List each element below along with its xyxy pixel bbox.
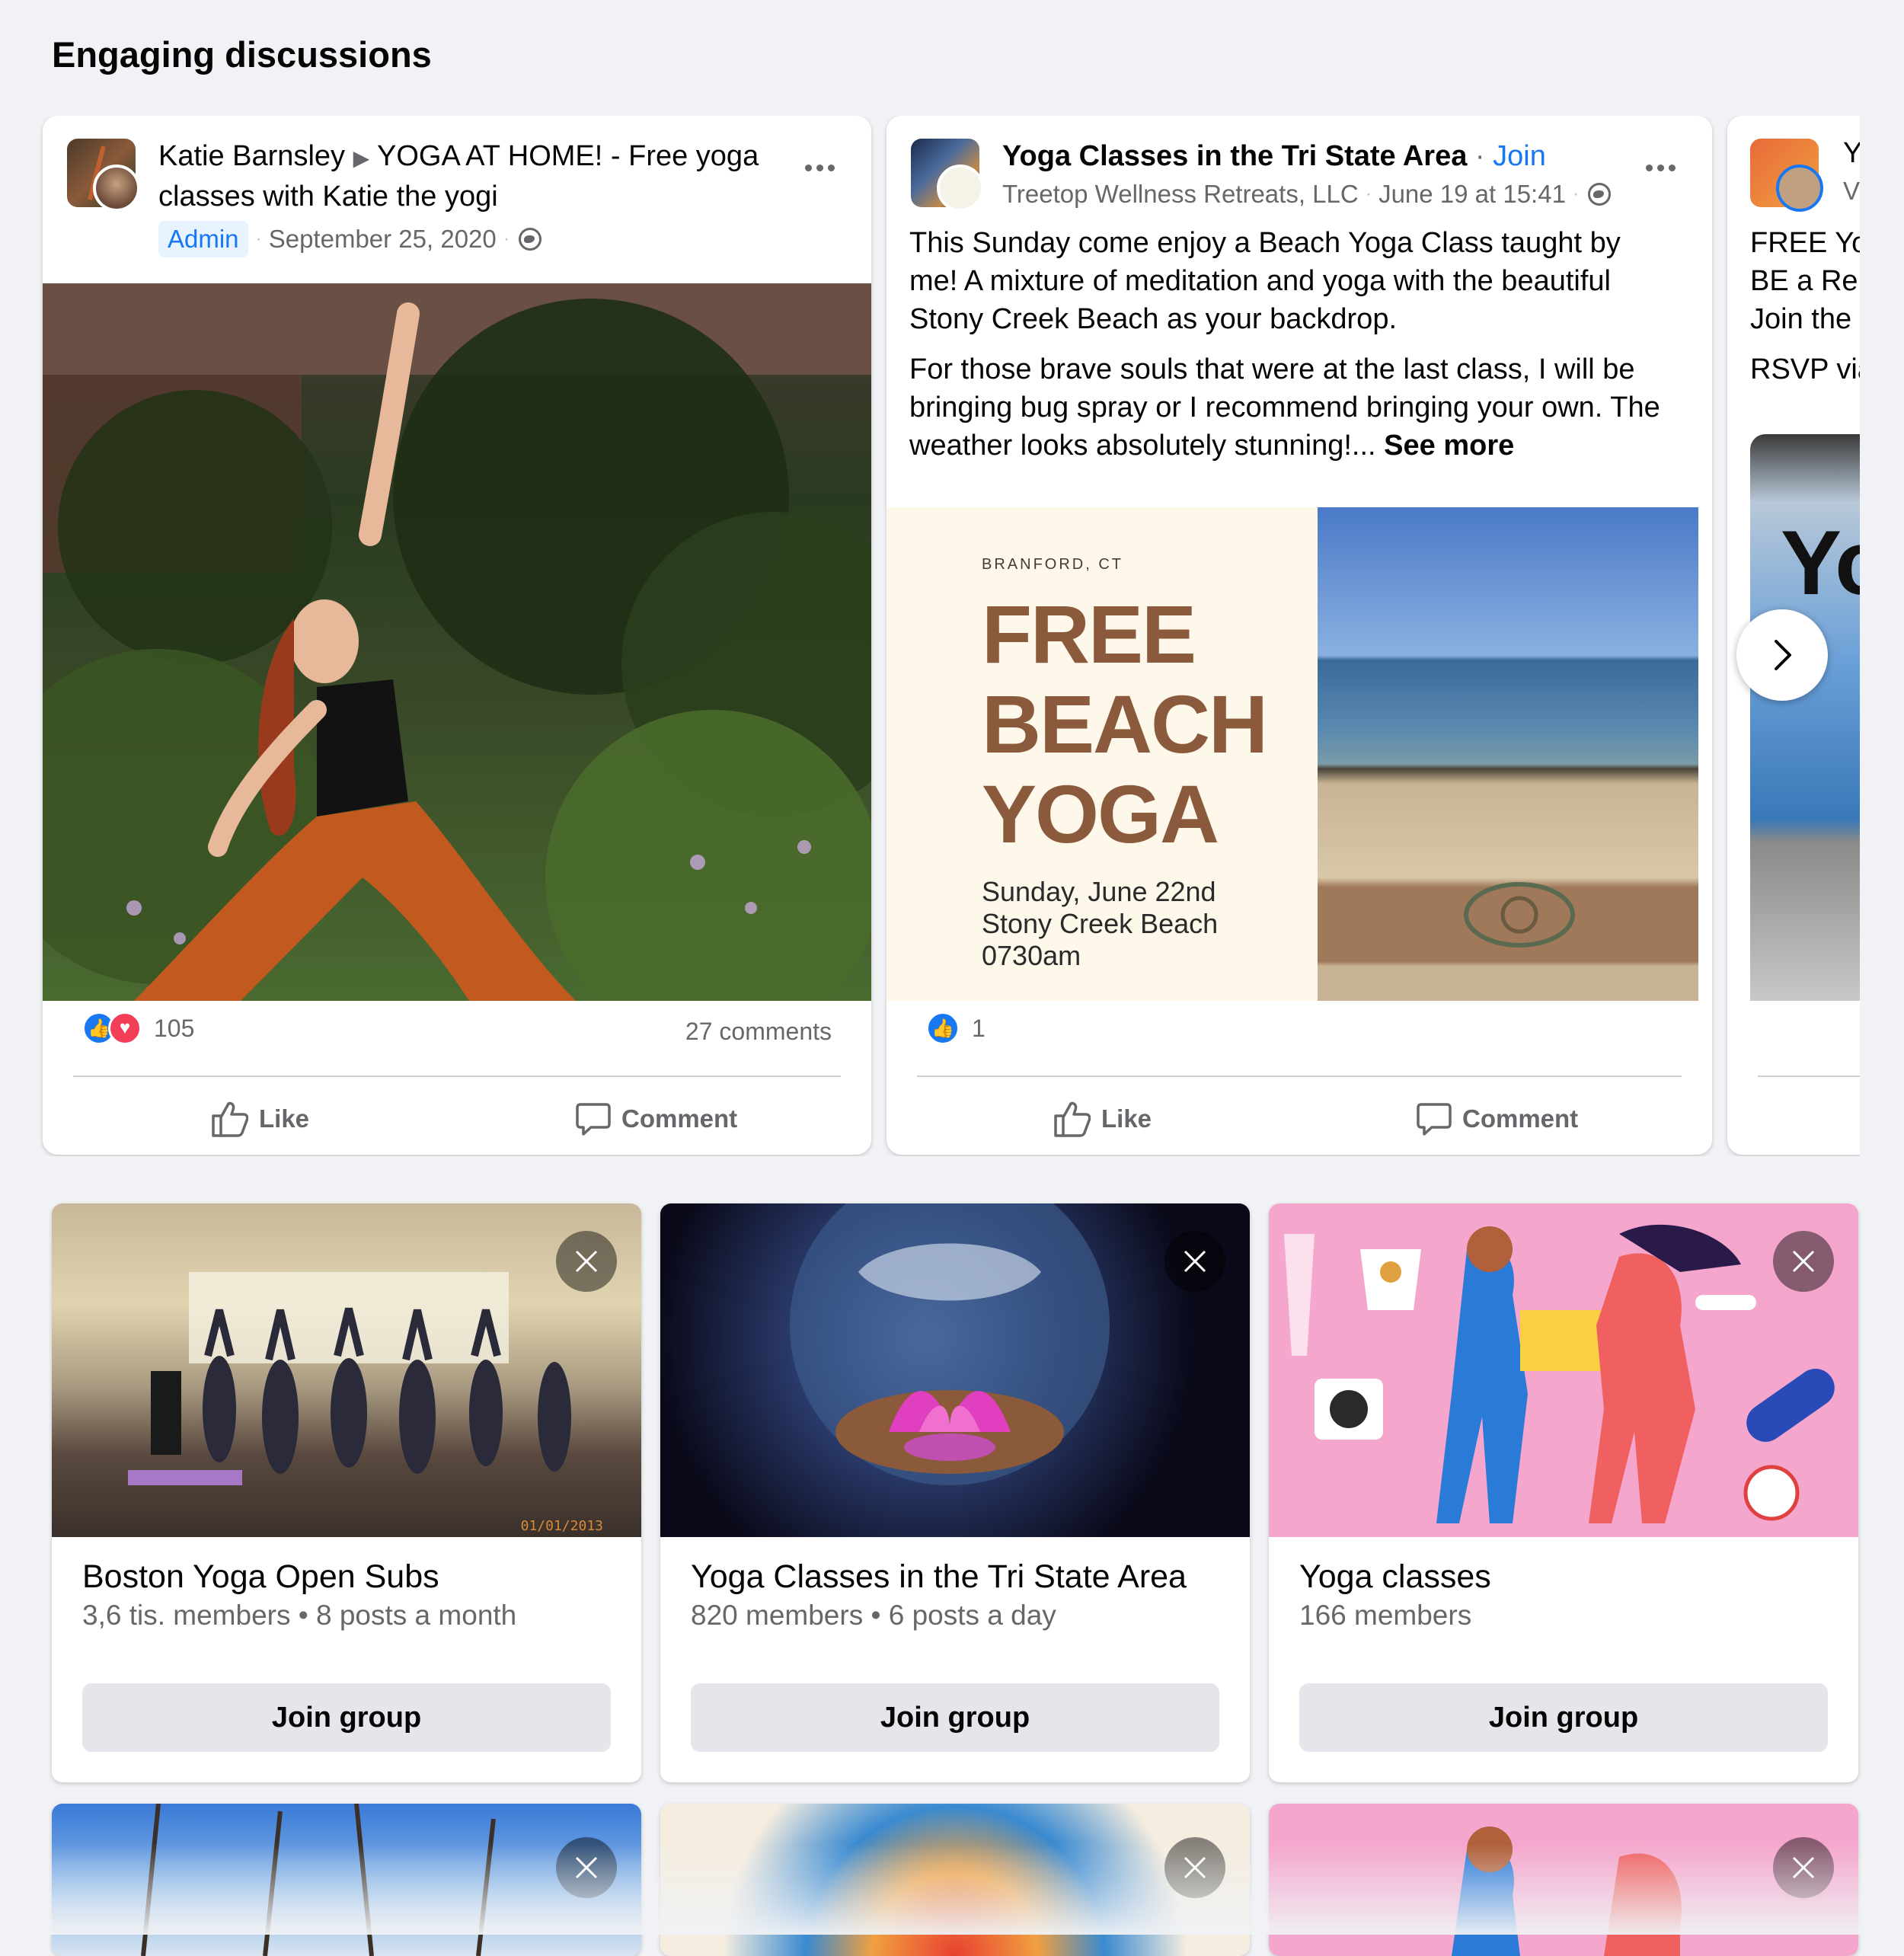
post-date[interactable]: September 25, 2020 <box>269 219 497 258</box>
more-options-button[interactable] <box>1639 146 1682 189</box>
comment-button[interactable]: Comment <box>1417 1092 1578 1146</box>
globe-icon <box>519 228 541 251</box>
post-title-fragment[interactable]: Y <box>1843 137 1860 170</box>
group-meta: 820 members • 6 posts a day <box>691 1600 1056 1632</box>
poster-details: Sunday, June 22nd Stony Creek Beach 0730… <box>982 876 1218 972</box>
join-group-button[interactable]: Join group <box>82 1683 611 1752</box>
poster-headline: FREE BEACH YOGA <box>982 590 1267 859</box>
like-reaction-icon: 👍 <box>926 1012 960 1045</box>
group-card[interactable]: 01/01/2013 Boston Yoga Open Subs 3,6 tis… <box>52 1203 641 1782</box>
dismiss-button[interactable] <box>1773 1231 1834 1292</box>
section-title: Engaging discussions <box>52 34 432 75</box>
post-carousel: Katie Barnsley ▶ YOGA AT HOME! - Free yo… <box>0 116 1860 1156</box>
group-card[interactable]: Yoga Classes in the Tri State Area 820 m… <box>660 1203 1250 1782</box>
author-avatar[interactable] <box>93 165 140 212</box>
post-image[interactable] <box>43 283 871 1001</box>
event-poster: BRANFORD, CT FREE BEACH YOGA Sunday, Jun… <box>887 507 1318 1001</box>
beach-photo <box>1318 507 1698 1001</box>
dismiss-button[interactable] <box>556 1231 617 1292</box>
author-name[interactable]: Katie Barnsley <box>158 140 345 172</box>
image-text: Yo <box>1781 510 1860 615</box>
like-button[interactable]: Like <box>210 1092 309 1146</box>
post-text: FREE Yog BE a Reb Join the RSVP via <box>1750 224 1860 388</box>
next-button[interactable] <box>1736 609 1828 701</box>
group-name[interactable]: Yoga Classes in the Tri State Area <box>691 1558 1187 1596</box>
divider <box>917 1075 1682 1077</box>
see-more-link[interactable]: See more <box>1384 430 1514 462</box>
love-reaction-icon: ♥ <box>108 1012 142 1045</box>
group-cover-image[interactable]: 01/01/2013 <box>52 1203 641 1537</box>
image-date-stamp: 01/01/2013 <box>521 1518 603 1534</box>
thumbs-up-icon <box>1053 1101 1091 1137</box>
post-image[interactable]: Yo <box>1750 434 1860 1001</box>
join-group-button[interactable]: Join group <box>1299 1683 1828 1752</box>
more-options-button[interactable] <box>798 146 841 189</box>
group-card[interactable]: Yoga classes 166 members Join group <box>1269 1203 1858 1782</box>
bottom-fade <box>0 1843 1904 1935</box>
group-cover-image[interactable] <box>660 1203 1250 1537</box>
post-image[interactable]: BRANFORD, CT FREE BEACH YOGA Sunday, Jun… <box>887 507 1712 1001</box>
divider <box>73 1075 841 1077</box>
group-meta: 166 members <box>1299 1600 1471 1632</box>
chevron-right-icon <box>1767 637 1797 673</box>
post-header: Yoga Classes in the Tri State Area · Joi… <box>1002 137 1628 213</box>
reactions-count: 1 <box>972 1015 986 1043</box>
group-name[interactable]: Boston Yoga Open Subs <box>82 1558 439 1596</box>
join-link[interactable]: Join <box>1493 140 1546 172</box>
author-avatar[interactable] <box>937 165 984 212</box>
post-subtitle-fragment: V <box>1843 177 1860 206</box>
dismiss-button[interactable] <box>1164 1231 1225 1292</box>
caret-right-icon: ▶ <box>353 146 370 170</box>
poster-location: BRANFORD, CT <box>982 556 1123 574</box>
group-name[interactable]: Yoga classes <box>1299 1558 1491 1596</box>
post-header: Katie Barnsley ▶ YOGA AT HOME! - Free yo… <box>158 137 787 258</box>
post-date[interactable]: June 19 at 15:41 <box>1378 174 1566 213</box>
like-button[interactable]: Like <box>1053 1092 1152 1146</box>
post-text: This Sunday come enjoy a Beach Yoga Clas… <box>909 224 1666 465</box>
join-group-button[interactable]: Join group <box>691 1683 1219 1752</box>
close-icon <box>1182 1248 1208 1274</box>
comments-count[interactable]: 27 comments <box>685 1018 832 1046</box>
close-icon <box>1791 1248 1816 1274</box>
author-avatar[interactable] <box>1776 165 1823 212</box>
globe-icon <box>1588 183 1611 206</box>
reactions-count: 105 <box>154 1015 194 1043</box>
comment-icon <box>576 1101 611 1136</box>
thumbs-up-icon <box>210 1101 248 1137</box>
close-icon <box>573 1248 599 1274</box>
post-card[interactable]: Katie Barnsley ▶ YOGA AT HOME! - Free yo… <box>43 116 871 1155</box>
author-name[interactable]: Treetop Wellness Retreats, LLC <box>1002 174 1359 213</box>
comment-button[interactable]: Comment <box>576 1092 737 1146</box>
reactions-summary[interactable]: 👍 ♥ 105 <box>82 1012 194 1045</box>
comment-icon <box>1417 1101 1452 1136</box>
group-meta: 3,6 tis. members • 8 posts a month <box>82 1600 516 1632</box>
group-name[interactable]: Yoga Classes in the Tri State Area <box>1002 140 1467 172</box>
reactions-summary[interactable]: 👍 1 <box>926 1012 986 1045</box>
group-cover-image[interactable] <box>1269 1203 1858 1537</box>
post-card[interactable]: Yoga Classes in the Tri State Area · Joi… <box>887 116 1712 1155</box>
admin-badge: Admin <box>158 221 248 257</box>
divider <box>1758 1075 1860 1077</box>
